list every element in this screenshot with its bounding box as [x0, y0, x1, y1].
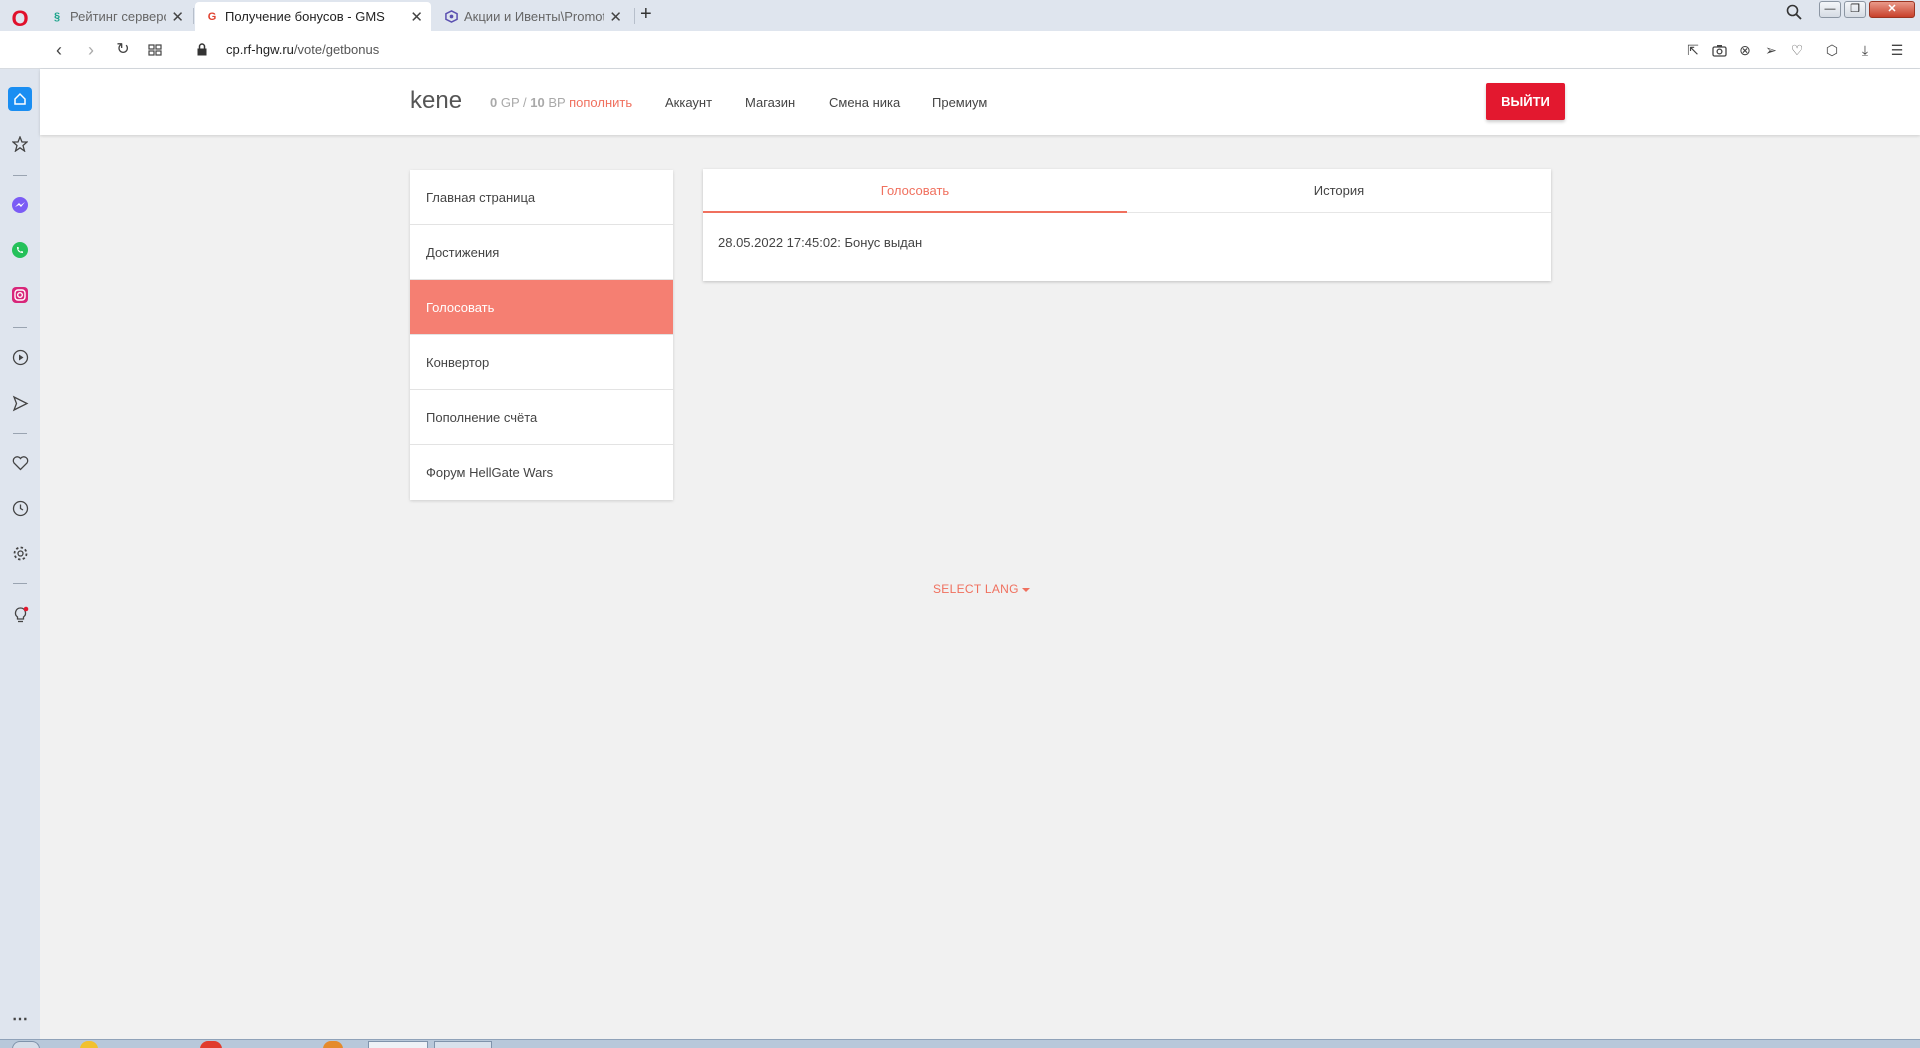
reload-icon[interactable]: ↻ — [113, 40, 133, 60]
os-taskbar — [0, 1039, 1920, 1048]
select-lang-dropdown[interactable]: SELECT LANG — [933, 582, 1030, 596]
menu-item-forum[interactable]: Форум HellGate Wars — [410, 445, 673, 500]
speed-dial-icon[interactable] — [8, 132, 32, 156]
web-page: kene 0 GP / 10 BP пополнить Аккаунт Мага… — [40, 69, 1920, 1039]
send-icon[interactable]: ➢ — [1762, 41, 1780, 59]
gp-label: GP — [500, 95, 520, 110]
url-field[interactable]: cp.rf-hgw.ru/vote/getbonus — [226, 42, 379, 57]
settings-gear-icon[interactable] — [8, 541, 32, 565]
home-icon[interactable] — [8, 87, 32, 111]
menu-item-topup[interactable]: Пополнение счёта — [410, 390, 673, 445]
taskbar-app-icon[interactable] — [200, 1041, 222, 1048]
tab-grid-icon[interactable] — [145, 40, 165, 60]
nav-account[interactable]: Аккаунт — [665, 95, 712, 110]
forward-icon[interactable]: › — [81, 40, 101, 60]
menu-item-vote[interactable]: Голосовать — [410, 280, 673, 335]
side-menu: Главная страница Достижения Голосовать К… — [410, 170, 673, 500]
lock-icon[interactable] — [192, 40, 212, 60]
tab-history[interactable]: История — [1127, 169, 1551, 213]
rating-favicon-icon: § — [53, 10, 61, 23]
opera-logo-icon[interactable]: O — [9, 8, 31, 30]
tab-promotions[interactable]: Акции и Ивенты\Promotions ✕ — [434, 2, 630, 31]
balance-separator: / — [523, 95, 527, 110]
menu-item-home[interactable]: Главная страница — [410, 170, 673, 225]
logout-button[interactable]: ВЫЙТИ — [1486, 83, 1565, 120]
url-host: cp.rf-hgw.ru — [226, 42, 294, 57]
adblock-icon[interactable]: ⊗ — [1736, 41, 1754, 59]
heart-icon[interactable]: ♡ — [1788, 41, 1806, 59]
whatsapp-icon[interactable] — [8, 238, 32, 262]
taskbar-app-button[interactable] — [434, 1041, 492, 1048]
new-tab-button[interactable]: + — [640, 3, 652, 26]
nav-shop[interactable]: Магазин — [745, 95, 795, 110]
start-button-icon[interactable] — [12, 1041, 40, 1048]
menu-item-achievements[interactable]: Достижения — [410, 225, 673, 280]
bp-amount: 10 — [530, 95, 545, 110]
tab-divider — [634, 8, 635, 24]
share-icon[interactable]: ⇱ — [1684, 41, 1702, 59]
topup-link[interactable]: пополнить — [569, 95, 632, 110]
vote-card: Голосовать История 28.05.2022 17:45:02: … — [703, 169, 1551, 281]
bonus-status-message: 28.05.2022 17:45:02: Бонус выдан — [718, 235, 923, 250]
messenger-icon[interactable] — [8, 193, 32, 217]
close-icon[interactable]: ✕ — [609, 8, 622, 26]
restore-button[interactable]: ❐ — [1844, 1, 1866, 18]
more-dots-icon[interactable]: ⋯ — [8, 1007, 32, 1031]
sidebar-divider — [13, 433, 27, 434]
close-icon[interactable]: ✕ — [410, 8, 423, 26]
caret-down-icon — [1021, 587, 1030, 592]
url-path: /vote/getbonus — [293, 42, 380, 57]
taskbar-opera-button[interactable] — [368, 1041, 428, 1048]
tab-title: Получение бонусов - GMS — [225, 9, 385, 24]
nav-premium[interactable]: Премиум — [932, 95, 987, 110]
taskbar-app-icon[interactable] — [323, 1041, 343, 1048]
player-icon[interactable] — [8, 345, 32, 369]
select-lang-label: SELECT LANG — [933, 582, 1019, 596]
back-icon[interactable]: ‹ — [49, 40, 69, 60]
vote-tabs: Голосовать История — [703, 169, 1551, 213]
instagram-icon[interactable] — [8, 283, 32, 307]
bookmarks-heart-icon[interactable] — [8, 451, 32, 475]
tab-vote[interactable]: Голосовать — [703, 169, 1127, 213]
cube-icon[interactable]: ⬡ — [1823, 41, 1841, 59]
taskbar-app-icon[interactable] — [80, 1041, 98, 1048]
username-brand[interactable]: kene — [410, 87, 462, 115]
close-icon[interactable]: ✕ — [171, 8, 184, 26]
minimize-button[interactable]: — — [1819, 1, 1841, 18]
bp-label: BP — [548, 95, 566, 110]
tab-rating[interactable]: § Рейтинг серверов RF Online ✕ — [40, 2, 192, 31]
sidebar-divider — [13, 175, 27, 176]
download-icon[interactable]: ⤓ — [1856, 41, 1874, 59]
tab-divider — [193, 8, 194, 24]
camera-icon[interactable] — [1710, 41, 1728, 59]
close-window-button[interactable]: ✕ — [1869, 1, 1915, 18]
sidebar-divider — [13, 583, 27, 584]
site-header: kene 0 GP / 10 BP пополнить Аккаунт Мага… — [40, 69, 1920, 135]
balance-display: 0 GP / 10 BP пополнить — [490, 95, 632, 110]
address-bar: ‹ › ↻ cp.rf-hgw.ru/vote/getbonus ⇱ ⊗ ➢ ♡… — [0, 31, 1920, 69]
promo-favicon-icon — [444, 10, 458, 24]
tab-title: Рейтинг серверов RF Online — [70, 9, 166, 24]
easy-setup-icon[interactable]: ☰ — [1888, 41, 1906, 59]
history-clock-icon[interactable] — [8, 496, 32, 520]
search-tabs-icon[interactable] — [1786, 4, 1802, 25]
tab-title: Акции и Ивенты\Promotions — [464, 9, 604, 24]
browser-tab-bar: O § Рейтинг серверов RF Online ✕ G Получ… — [0, 0, 1920, 31]
browser-sidebar: ⋯ — [0, 69, 40, 1048]
tab-getbonus[interactable]: G Получение бонусов - GMS ✕ — [195, 2, 431, 31]
menu-item-converter[interactable]: Конвертор — [410, 335, 673, 390]
gms-favicon-icon: G — [207, 10, 217, 23]
send-flow-icon[interactable] — [8, 391, 32, 415]
tips-lightbulb-icon[interactable] — [8, 603, 32, 627]
gp-amount: 0 — [490, 95, 498, 110]
sidebar-divider — [13, 327, 27, 328]
nav-change-nick[interactable]: Смена ника — [829, 95, 900, 110]
